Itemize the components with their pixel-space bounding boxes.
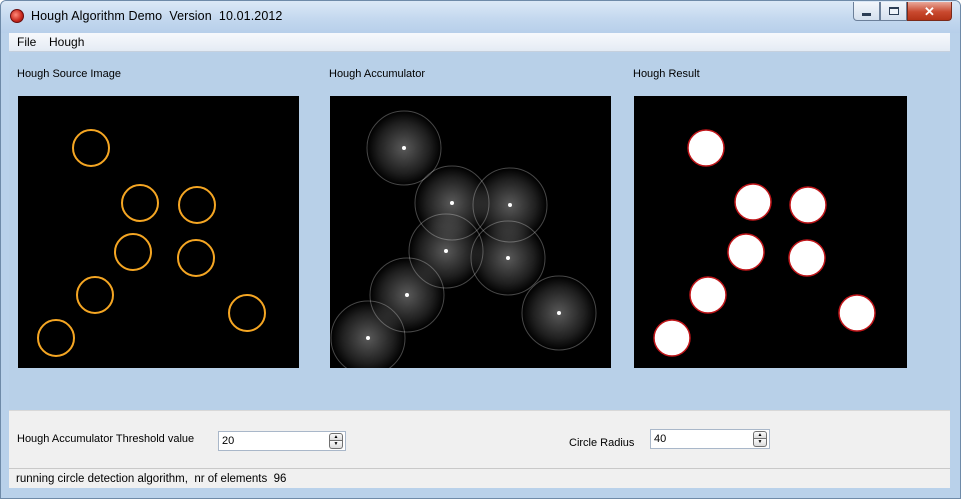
accumulator-label: Hough Accumulator [329,68,425,80]
image-area: Hough Source Image Hough Accumulator Hou… [9,53,950,410]
detected-circle [689,276,727,314]
threshold-input[interactable] [222,434,312,448]
source-image [18,96,299,368]
accumulator-image [330,96,611,368]
detected-circle [788,239,826,277]
source-circle [72,129,110,167]
source-circle [114,233,152,271]
result-label: Hough Result [633,68,700,80]
source-circle [178,186,216,224]
menu-hough[interactable]: Hough [49,35,84,49]
maximize-button[interactable] [880,2,907,21]
accumulator-peak [470,220,546,296]
radius-up-button[interactable]: ▲ [753,431,767,439]
detected-circle [838,294,876,332]
source-circle [76,276,114,314]
threshold-spin-buttons: ▲ ▼ [329,433,343,449]
radius-down-button[interactable]: ▼ [753,439,767,447]
accumulator-peak [330,300,406,368]
maximize-icon [888,7,899,15]
app-icon[interactable] [10,9,24,23]
title-bar[interactable]: Hough Algorithm Demo Version 10.01.2012 … [1,1,960,33]
minimize-button[interactable] [853,2,880,21]
detected-circle [789,186,827,224]
app-window: Hough Algorithm Demo Version 10.01.2012 … [0,0,961,499]
up-arrow-icon: ▲ [757,431,763,438]
down-arrow-icon: ▼ [757,439,763,445]
threshold-label: Hough Accumulator Threshold value [17,433,195,445]
threshold-spinner[interactable]: ▲ ▼ [218,431,346,451]
result-canvas [653,129,876,357]
source-image-label: Hough Source Image [17,68,121,80]
source-circle [228,294,266,332]
detected-circle [653,319,691,357]
menu-bar: File Hough [9,33,950,52]
radius-label: Circle Radius [569,437,635,449]
source-circle [177,239,215,277]
accumulator-canvas [330,110,597,368]
menu-file[interactable]: File [17,35,36,49]
detected-circle [727,233,765,271]
detected-circle [687,129,725,167]
detected-circle [734,183,772,221]
radius-input[interactable] [654,432,744,446]
parameters-panel: Hough Accumulator Threshold value ▲ ▼ Ci… [9,410,950,468]
threshold-up-button[interactable]: ▲ [329,433,343,441]
minimize-icon [862,12,871,16]
down-arrow-icon: ▼ [333,441,339,447]
threshold-down-button[interactable]: ▼ [329,441,343,449]
source-image-canvas [37,129,266,357]
radius-spinner[interactable]: ▲ ▼ [650,429,770,449]
status-text: running circle detection algorithm, nr o… [16,473,287,485]
source-circle [37,319,75,357]
source-circle [121,184,159,222]
window-title: Hough Algorithm Demo Version 10.01.2012 [31,9,283,23]
close-button[interactable]: ✕ [907,2,952,21]
status-bar: running circle detection algorithm, nr o… [9,468,950,488]
radius-spin-buttons: ▲ ▼ [753,431,767,447]
window-controls: ✕ [853,2,952,21]
up-arrow-icon: ▲ [333,433,339,440]
close-icon: ✕ [924,3,935,19]
accumulator-peak [521,275,597,351]
result-image [634,96,907,368]
